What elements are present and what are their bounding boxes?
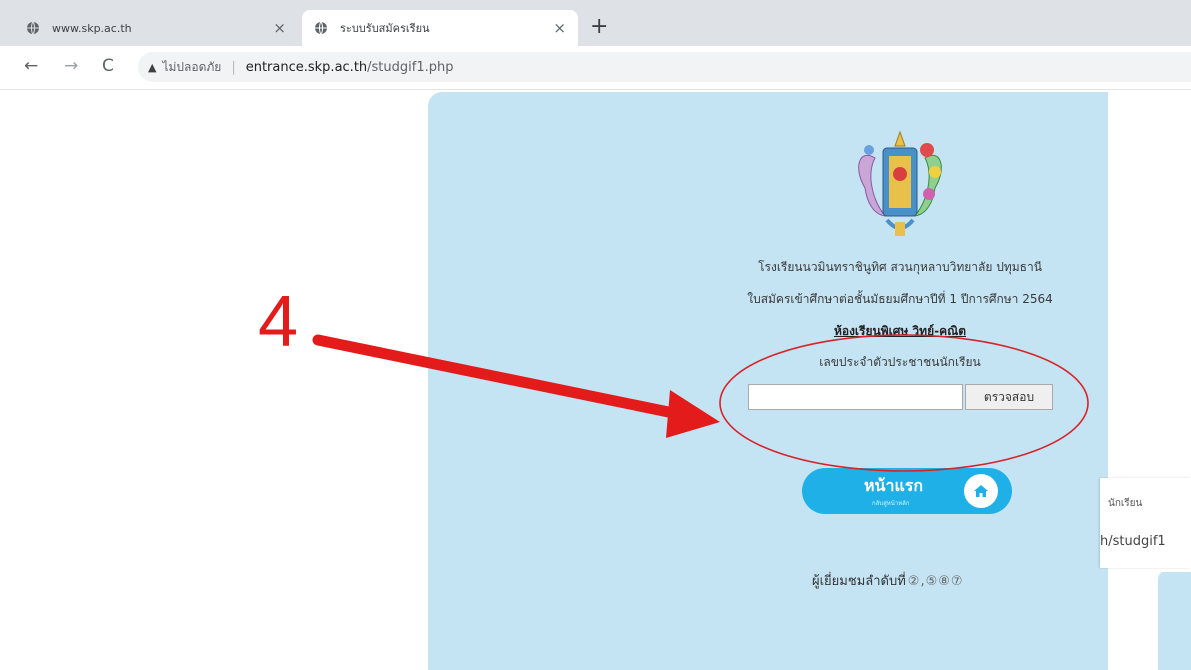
annotation-overlay	[312, 334, 1089, 472]
highlight-ellipse	[719, 334, 1089, 472]
arrow-annotation	[312, 334, 720, 438]
